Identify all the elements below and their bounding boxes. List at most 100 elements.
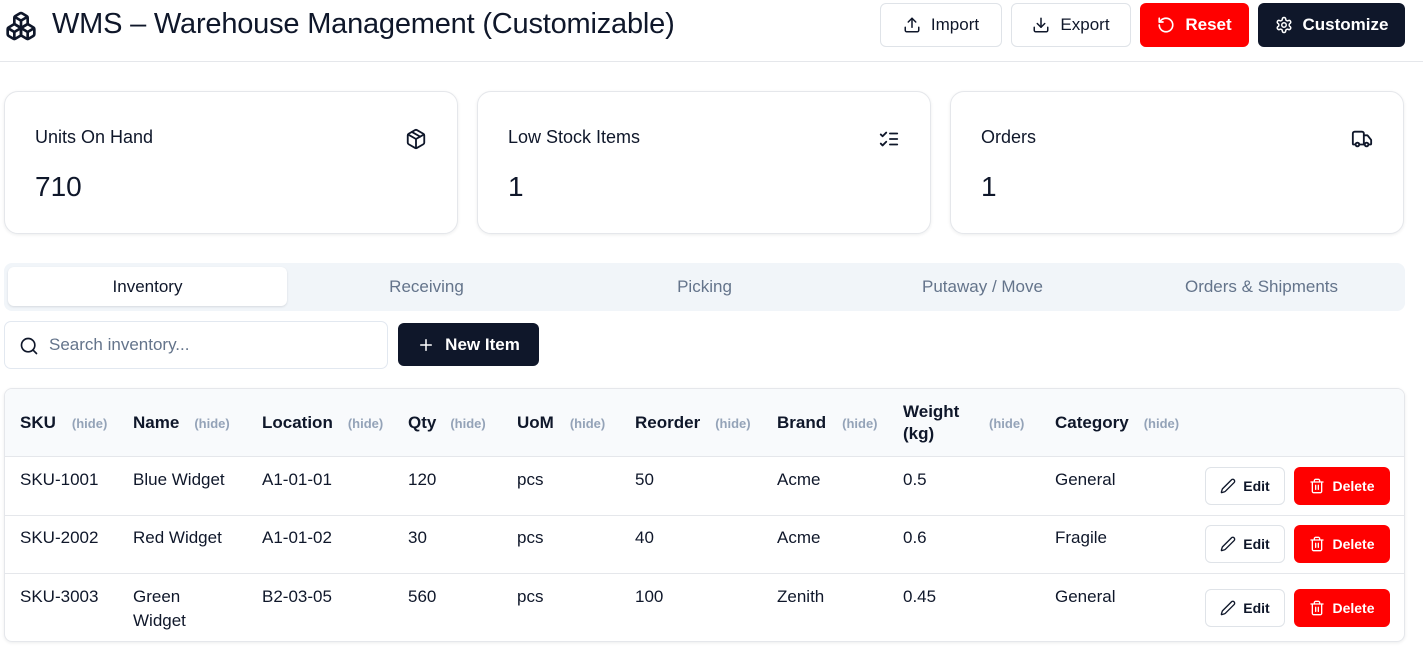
table-row: SKU-3003 Green Widget B2-03-05 560 pcs 1…	[5, 574, 1404, 641]
cell-reorder: 100	[635, 587, 664, 606]
delete-button[interactable]: Delete	[1294, 467, 1390, 505]
tab-orders-shipments[interactable]: Orders & Shipments	[1122, 267, 1401, 306]
delete-label: Delete	[1332, 600, 1375, 616]
hide-column-link[interactable]: (hide)	[1144, 416, 1179, 431]
stat-card-low-stock: Low Stock Items 1	[477, 91, 931, 234]
cell-sku: SKU-3003	[20, 587, 99, 606]
truck-icon	[1351, 130, 1373, 148]
cell-uom: pcs	[517, 587, 544, 606]
cell-qty: 560	[408, 587, 437, 606]
column-label: Name	[133, 413, 180, 432]
hide-column-link[interactable]: (hide)	[450, 416, 485, 431]
cell-weight: 0.5	[903, 470, 927, 489]
hide-column-link[interactable]: (hide)	[715, 416, 750, 431]
table-row: SKU-2002 Red Widget A1-01-02 30 pcs 40 A…	[5, 516, 1404, 574]
edit-button[interactable]: Edit	[1205, 467, 1285, 505]
plus-icon	[420, 338, 433, 351]
cell-reorder: 50	[635, 470, 654, 489]
cell-reorder: 40	[635, 528, 654, 547]
cell-location: B2-03-05	[262, 587, 332, 606]
column-header-category: Category (hide)	[1055, 389, 1179, 457]
cell-name: Green Widget	[133, 587, 186, 630]
column-header-brand: Brand (hide)	[777, 389, 878, 457]
tab-bar: Inventory Receiving Picking Putaway / Mo…	[4, 263, 1405, 311]
cell-brand: Acme	[777, 470, 821, 489]
hide-column-link[interactable]: (hide)	[842, 416, 877, 431]
reset-button[interactable]: Reset	[1140, 3, 1249, 47]
stat-value: 710	[35, 171, 82, 202]
cell-category: General	[1055, 470, 1116, 489]
inventory-table: SKU (hide) Name (hide) Location (hide) Q…	[4, 388, 1405, 642]
stat-card-units-on-hand: Units On Hand 710	[4, 91, 458, 234]
column-label: Brand	[777, 413, 827, 432]
pencil-icon	[1220, 478, 1236, 494]
hide-column-link[interactable]: (hide)	[194, 416, 229, 431]
column-header-location: Location (hide)	[262, 389, 383, 457]
trash-icon	[1310, 536, 1325, 552]
stat-card-orders: Orders 1	[950, 91, 1404, 234]
cell-sku: SKU-2002	[20, 528, 99, 547]
tab-picking[interactable]: Picking	[565, 267, 844, 306]
search-icon	[20, 337, 38, 355]
column-header-weight: Weight (kg) (hide)	[903, 389, 1024, 457]
import-label: Import	[930, 15, 980, 34]
delete-label: Delete	[1332, 478, 1375, 494]
cell-category: General	[1055, 587, 1116, 606]
import-button[interactable]: Import	[880, 3, 1002, 47]
stat-label: Low Stock Items	[508, 127, 641, 147]
cell-name: Red Widget	[133, 528, 222, 547]
cell-qty: 120	[408, 470, 437, 489]
rotate-ccw-icon	[1158, 17, 1174, 33]
tab-receiving[interactable]: Receiving	[287, 267, 566, 306]
app-header: WMS – Warehouse Management (Customizable…	[0, 0, 1423, 62]
list-checks-icon	[879, 131, 899, 147]
customize-label: Customize	[1302, 15, 1389, 34]
column-label: SKU	[20, 413, 56, 432]
cell-uom: pcs	[517, 470, 544, 489]
column-label: UoM	[517, 413, 554, 432]
delete-button[interactable]: Delete	[1294, 525, 1390, 563]
export-label: Export	[1060, 15, 1110, 34]
search-box	[4, 321, 388, 369]
cell-brand: Zenith	[777, 587, 825, 606]
edit-button[interactable]: Edit	[1205, 525, 1285, 563]
hide-column-link[interactable]: (hide)	[989, 416, 1024, 431]
hide-column-link[interactable]: (hide)	[348, 416, 383, 431]
hide-column-link[interactable]: (hide)	[72, 416, 107, 431]
tab-putaway-move[interactable]: Putaway / Move	[843, 267, 1122, 306]
stat-label: Orders	[981, 127, 1037, 147]
cell-weight: 0.45	[903, 587, 937, 606]
stat-label: Units On Hand	[35, 127, 154, 147]
column-label: Category	[1055, 413, 1129, 432]
column-header-sku: SKU (hide)	[20, 389, 107, 457]
search-input[interactable]	[49, 330, 379, 360]
tab-inventory[interactable]: Inventory	[8, 267, 287, 306]
column-header-name: Name (hide)	[133, 389, 230, 457]
delete-button[interactable]: Delete	[1294, 589, 1390, 627]
package-icon	[406, 128, 426, 150]
cell-category: Fragile	[1055, 528, 1107, 547]
trash-icon	[1310, 478, 1325, 494]
column-label: Weight (kg)	[903, 402, 960, 443]
cell-weight: 0.6	[903, 528, 927, 547]
new-item-label: New Item	[445, 334, 520, 354]
trash-icon	[1310, 600, 1325, 616]
cell-name: Blue Widget	[133, 470, 225, 489]
column-label: Reorder	[635, 413, 701, 432]
edit-button[interactable]: Edit	[1205, 589, 1285, 627]
new-item-button[interactable]: New Item	[398, 323, 539, 366]
cell-location: A1-01-01	[262, 470, 332, 489]
export-button[interactable]: Export	[1011, 3, 1131, 47]
column-label: Location	[262, 413, 333, 432]
hide-column-link[interactable]: (hide)	[570, 416, 605, 431]
customize-button[interactable]: Customize	[1258, 3, 1405, 47]
gear-icon	[1276, 16, 1292, 34]
cell-location: A1-01-02	[262, 528, 332, 547]
table-header: SKU (hide) Name (hide) Location (hide) Q…	[5, 389, 1404, 457]
upload-icon	[904, 17, 920, 33]
cell-uom: pcs	[517, 528, 544, 547]
column-header-qty: Qty (hide)	[408, 389, 486, 457]
edit-label: Edit	[1243, 478, 1270, 494]
table-row: SKU-1001 Blue Widget A1-01-01 120 pcs 50…	[5, 457, 1404, 516]
column-header-reorder: Reorder (hide)	[635, 389, 751, 457]
